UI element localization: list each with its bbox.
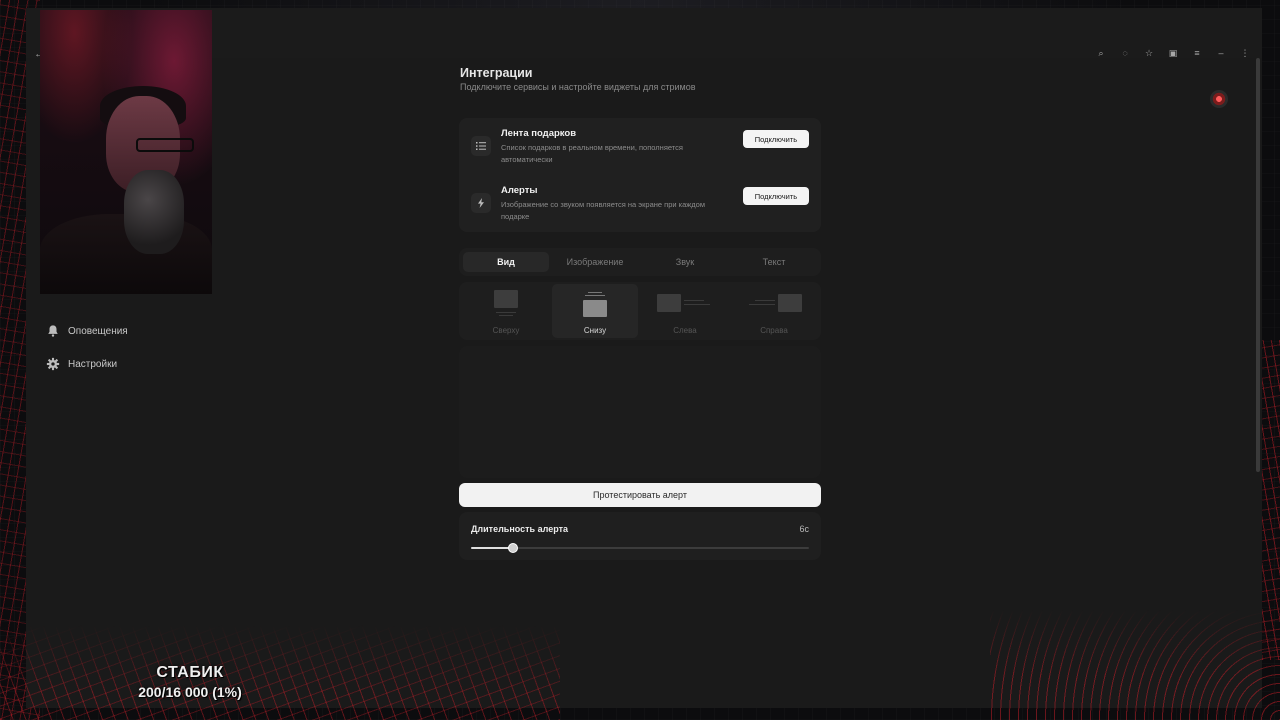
alert-preview-area: [459, 346, 821, 478]
page-scrollbar[interactable]: [1256, 58, 1260, 472]
integration-name: Алерты: [501, 185, 538, 196]
alert-duration-card: Длительность алерта 6с: [459, 512, 821, 560]
position-preview-line: [588, 292, 602, 293]
duration-slider[interactable]: [471, 543, 809, 553]
webcam-microphone-shape: [124, 170, 184, 254]
tab-text[interactable]: Текст: [731, 252, 817, 272]
position-preview-box: [657, 294, 681, 312]
tab-view[interactable]: Вид: [463, 252, 549, 272]
integrations-card: Лента подарков Список подарков в реально…: [459, 118, 821, 232]
sub-goal-name: СТАБИК: [156, 664, 224, 681]
sidebar-item-label: Оповещения: [68, 325, 128, 337]
webcam-overlay: [40, 10, 212, 294]
avatar[interactable]: [1210, 90, 1228, 108]
red-net-decoration-bottom-right: [990, 610, 1280, 720]
duration-slider-thumb[interactable]: [508, 543, 519, 553]
page-title: Интеграции: [460, 66, 533, 80]
position-label: Слева: [673, 326, 697, 335]
connect-gift-feed-button[interactable]: Подключить: [743, 130, 809, 148]
position-selector: Сверху Снизу Слева Справа: [459, 282, 821, 340]
position-preview-line: [496, 312, 516, 313]
red-net-decoration-bottom-left: [0, 625, 560, 720]
duration-value: 6с: [799, 524, 809, 534]
bell-icon: [48, 325, 58, 337]
tab-image[interactable]: Изображение: [552, 252, 638, 272]
position-bottom-option[interactable]: Снизу: [552, 284, 638, 338]
sidebar-item-label: Настройки: [68, 358, 118, 370]
tab-bar: Вид Изображение Звук Текст: [459, 248, 821, 276]
position-preview-box: [778, 294, 802, 312]
position-preview-line: [499, 315, 513, 316]
page-subtitle: Подключите сервисы и настройте виджеты д…: [460, 82, 696, 92]
integration-alerts: Алерты Изображение со звуком появляется …: [471, 185, 809, 235]
integration-description: Список подарков в реальном времени, попо…: [501, 143, 683, 164]
webcam-glasses-shape: [136, 138, 194, 152]
gear-icon: [46, 357, 60, 371]
sub-goal-overlay: СТАБИК 200/16 000 (1%): [120, 664, 260, 700]
position-label: Справа: [760, 326, 788, 335]
position-label: Снизу: [583, 326, 607, 335]
position-preview-line: [684, 304, 710, 305]
sub-goal-count: 200/16 000 (1%): [138, 684, 242, 700]
integration-name: Лента подарков: [501, 128, 577, 139]
bolt-icon: [471, 193, 491, 213]
sidebar-item-settings[interactable]: Настройки: [46, 357, 117, 371]
position-preview-box: [494, 290, 518, 308]
list-icon: [471, 136, 491, 156]
tab-sound[interactable]: Звук: [642, 252, 728, 272]
position-top-option[interactable]: Сверху: [463, 284, 549, 338]
position-preview-line: [749, 304, 775, 305]
sidebar-item-notifications[interactable]: Оповещения: [46, 324, 128, 338]
position-preview-box: [583, 300, 607, 317]
position-preview-line: [684, 300, 704, 301]
duration-slider-fill: [471, 547, 514, 549]
duration-label: Длительность алерта: [471, 524, 568, 534]
position-label: Сверху: [492, 326, 520, 335]
integration-gift-feed: Лента подарков Список подарков в реально…: [471, 128, 809, 178]
position-preview-line: [755, 300, 775, 301]
position-preview-line: [585, 295, 605, 296]
integration-description: Изображение со звуком появляется на экра…: [501, 200, 706, 221]
connect-alerts-button[interactable]: Подключить: [743, 187, 809, 205]
position-left-option[interactable]: Слева: [642, 284, 728, 338]
test-alert-button[interactable]: Протестировать алерт: [459, 483, 821, 507]
position-right-option[interactable]: Справа: [731, 284, 817, 338]
